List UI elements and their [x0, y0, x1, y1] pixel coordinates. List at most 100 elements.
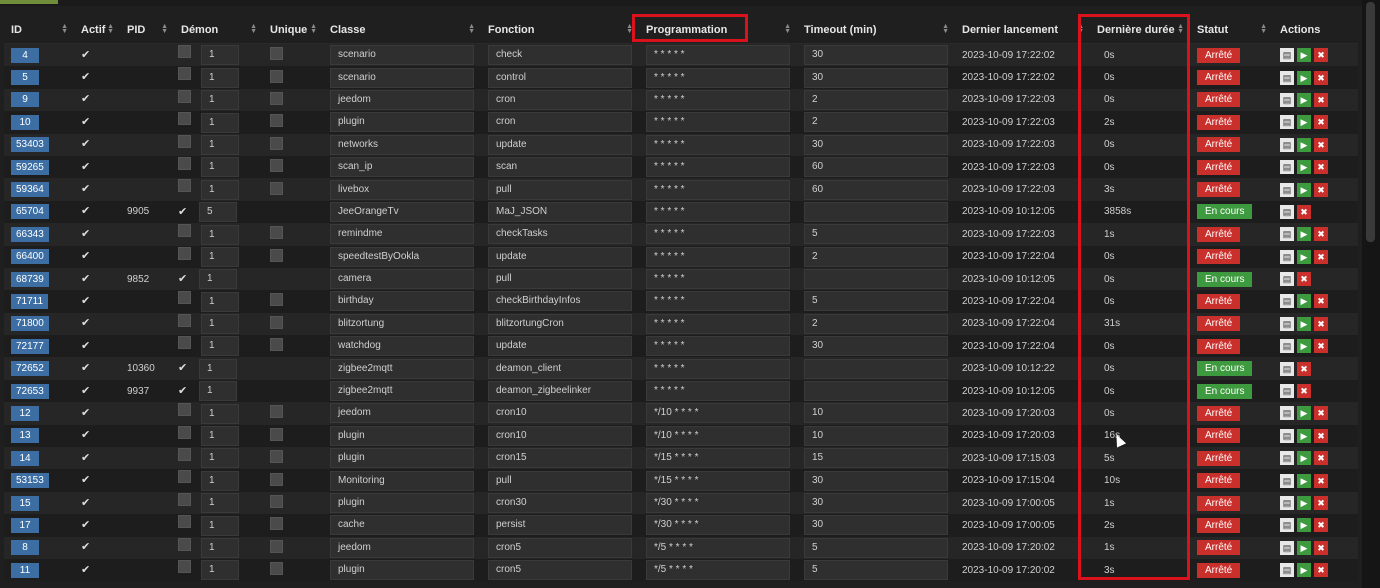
programmation-input[interactable]: * * * * *	[646, 224, 790, 245]
fonction-input[interactable]: control	[488, 67, 632, 88]
timeout-input[interactable]: 5	[804, 224, 948, 245]
demon-checkbox[interactable]	[178, 224, 191, 238]
unique-checkbox[interactable]	[270, 181, 283, 195]
classe-input[interactable]: scenario	[330, 67, 474, 88]
demon-checkbox[interactable]: ✔	[178, 273, 189, 285]
unique-checkbox[interactable]	[270, 517, 283, 531]
timeout-input[interactable]: 10	[804, 403, 948, 424]
count-input[interactable]: 1	[201, 314, 239, 335]
demon-checkbox[interactable]	[178, 425, 191, 439]
classe-input[interactable]: jeedom	[330, 89, 474, 110]
fonction-input[interactable]: deamon_client	[488, 358, 632, 379]
count-input[interactable]: 1	[201, 448, 239, 469]
document-icon[interactable]: ▤	[1280, 406, 1294, 421]
play-icon[interactable]: ▶	[1297, 249, 1311, 264]
timeout-input[interactable]	[804, 381, 948, 402]
demon-checkbox[interactable]	[178, 448, 191, 462]
classe-input[interactable]: plugin	[330, 493, 474, 513]
unique-checkbox[interactable]	[270, 293, 283, 307]
demon-checkbox[interactable]	[178, 67, 191, 81]
id-badge[interactable]: 72652	[11, 361, 49, 377]
count-input[interactable]: 1	[201, 90, 239, 111]
unique-checkbox[interactable]	[270, 450, 283, 464]
col-header-dernier-lancement[interactable]: Dernier lancement ▲ ▼	[955, 16, 1090, 44]
demon-checkbox[interactable]	[178, 492, 191, 506]
trash-icon[interactable]: ✖	[1314, 540, 1328, 555]
id-badge[interactable]: 71711	[11, 293, 49, 309]
trash-icon[interactable]: ✖	[1314, 160, 1328, 175]
fonction-input[interactable]: cron5	[488, 560, 632, 581]
id-badge[interactable]: 13	[11, 428, 39, 444]
timeout-input[interactable]: 30	[804, 134, 948, 155]
programmation-input[interactable]: * * * * *	[646, 89, 790, 110]
play-icon[interactable]: ▶	[1297, 518, 1311, 533]
unique-checkbox[interactable]	[270, 315, 283, 329]
actif-checkbox[interactable]: ✔	[81, 295, 92, 307]
unique-checkbox[interactable]	[270, 405, 283, 419]
actif-checkbox[interactable]: ✔	[81, 452, 92, 464]
trash-icon[interactable]: ✖	[1314, 563, 1328, 578]
fonction-input[interactable]: checkTasks	[488, 224, 632, 245]
trash-icon[interactable]: ✖	[1297, 272, 1311, 287]
fonction-input[interactable]: cron15	[488, 448, 632, 469]
vertical-scrollbar[interactable]	[1362, 0, 1380, 588]
programmation-input[interactable]: * * * * *	[646, 134, 790, 155]
play-icon[interactable]: ▶	[1297, 316, 1311, 331]
timeout-input[interactable]: 30	[804, 67, 948, 88]
id-badge[interactable]: 12	[11, 405, 39, 421]
classe-input[interactable]: plugin	[330, 425, 474, 446]
count-input[interactable]: 1	[201, 224, 239, 245]
classe-input[interactable]: scan_ip	[330, 157, 474, 178]
classe-input[interactable]: scenario	[330, 45, 474, 66]
actif-checkbox[interactable]: ✔	[81, 116, 92, 128]
actif-checkbox[interactable]: ✔	[81, 340, 92, 352]
col-header-fonction[interactable]: Fonction ▲ ▼	[481, 16, 639, 44]
play-icon[interactable]: ▶	[1297, 406, 1311, 421]
actif-checkbox[interactable]: ✔	[81, 542, 92, 553]
actif-checkbox[interactable]: ✔	[81, 49, 92, 61]
count-input[interactable]: 1	[201, 179, 239, 200]
count-input[interactable]: 1	[201, 134, 239, 155]
timeout-input[interactable]: 2	[804, 112, 948, 133]
trash-icon[interactable]: ✖	[1297, 204, 1311, 219]
unique-checkbox[interactable]	[270, 159, 283, 173]
programmation-input[interactable]: */10 * * * *	[646, 403, 790, 424]
document-icon[interactable]: ▤	[1280, 182, 1294, 197]
trash-icon[interactable]: ✖	[1314, 406, 1328, 421]
col-header-classe[interactable]: Classe ▲ ▼	[323, 16, 481, 44]
demon-checkbox[interactable]	[178, 403, 191, 417]
play-icon[interactable]: ▶	[1297, 496, 1311, 510]
actif-checkbox[interactable]: ✔	[81, 228, 92, 240]
timeout-input[interactable]	[804, 201, 948, 222]
classe-input[interactable]: camera	[330, 269, 474, 290]
fonction-input[interactable]: blitzortungCron	[488, 313, 632, 334]
play-icon[interactable]: ▶	[1297, 70, 1311, 85]
unique-checkbox[interactable]	[270, 47, 283, 61]
count-input[interactable]: 1	[201, 403, 239, 424]
sort-icon[interactable]: ▲ ▼	[61, 23, 68, 35]
timeout-input[interactable]: 30	[804, 493, 948, 513]
timeout-input[interactable]	[804, 358, 948, 379]
programmation-input[interactable]: * * * * *	[646, 246, 790, 267]
id-badge[interactable]: 15	[11, 495, 39, 511]
programmation-input[interactable]: * * * * *	[646, 291, 790, 312]
document-icon[interactable]: ▤	[1280, 496, 1294, 510]
programmation-input[interactable]: * * * * *	[646, 45, 790, 66]
programmation-input[interactable]: */15 * * * *	[646, 448, 790, 469]
unique-checkbox[interactable]	[270, 114, 283, 128]
fonction-input[interactable]: update	[488, 246, 632, 267]
document-icon[interactable]: ▤	[1280, 518, 1294, 533]
demon-checkbox[interactable]	[178, 179, 191, 193]
actif-checkbox[interactable]: ✔	[81, 161, 92, 173]
play-icon[interactable]: ▶	[1297, 339, 1311, 354]
timeout-input[interactable]	[804, 269, 948, 290]
programmation-input[interactable]: * * * * *	[646, 201, 790, 222]
timeout-input[interactable]: 10	[804, 425, 948, 446]
classe-input[interactable]: zigbee2mqtt	[330, 358, 474, 379]
actif-checkbox[interactable]: ✔	[81, 184, 92, 195]
programmation-input[interactable]: * * * * *	[646, 157, 790, 178]
demon-checkbox[interactable]	[178, 470, 191, 484]
count-input[interactable]: 1	[201, 560, 239, 581]
fonction-input[interactable]: deamon_zigbeelinker	[488, 381, 632, 402]
unique-checkbox[interactable]	[270, 562, 283, 576]
